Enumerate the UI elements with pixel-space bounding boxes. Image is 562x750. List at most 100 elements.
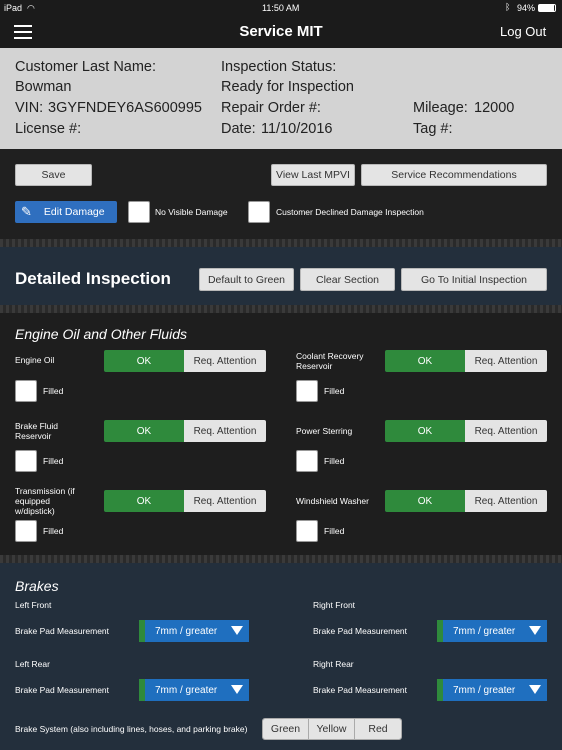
- app-title: Service MIT: [239, 23, 323, 40]
- engine-oil-status-toggle: OK Req. Attention: [104, 350, 266, 372]
- mileage-label: Mileage:: [413, 100, 468, 116]
- chevron-down-icon: [231, 626, 243, 635]
- coolant-filled-checkbox[interactable]: [296, 380, 318, 402]
- fluid-item-label: Windshield Washer: [296, 496, 369, 506]
- no-visible-damage-label: No Visible Damage: [155, 207, 228, 217]
- green-button[interactable]: Green: [263, 719, 309, 739]
- clear-section-button[interactable]: Clear Section: [300, 268, 395, 291]
- view-last-mpvi-button[interactable]: View Last MPVI: [271, 164, 355, 186]
- last-name-label: Customer Last Name:: [15, 59, 157, 75]
- dropdown-value: 7mm / greater: [155, 625, 218, 637]
- power-steering-filled-checkbox[interactable]: [296, 450, 318, 472]
- carrier-label: iPad: [4, 3, 23, 13]
- actions-panel: Save View Last MPVI Service Recommendati…: [0, 149, 562, 239]
- mileage-value: 12000: [474, 100, 515, 116]
- yellow-button[interactable]: Yellow: [309, 719, 355, 739]
- req-attention-button[interactable]: Req. Attention: [465, 490, 547, 512]
- brake-fluid-status-toggle: OK Req. Attention: [104, 420, 266, 442]
- tag-label: Tag #:: [413, 121, 453, 137]
- brake-pad-label: Brake Pad Measurement: [15, 685, 110, 695]
- battery-percent: 94%: [517, 3, 536, 13]
- brake-system-label: Brake System (also including lines, hose…: [15, 724, 248, 734]
- engine-oil-filled-checkbox[interactable]: [15, 380, 37, 402]
- fluid-item-label: Engine Oil: [15, 355, 55, 365]
- wheel-position-label: Left Rear: [15, 659, 50, 669]
- filled-label: Filled: [43, 526, 64, 536]
- ok-button[interactable]: OK: [104, 490, 184, 512]
- fluids-section: Engine Oil and Other Fluids Engine Oil O…: [0, 313, 562, 555]
- power-steering-status-toggle: OK Req. Attention: [385, 420, 547, 442]
- bluetooth-icon: ᛒ: [505, 2, 511, 12]
- fluid-item-label: Brake Fluid Reservoir: [15, 421, 58, 441]
- left-rear-pad-dropdown[interactable]: 7mm / greater: [139, 679, 249, 701]
- go-to-initial-inspection-button[interactable]: Go To Initial Inspection: [401, 268, 547, 291]
- brake-pad-label: Brake Pad Measurement: [313, 626, 408, 636]
- detailed-inspection-header: Detailed Inspection Default to Green Cle…: [0, 247, 562, 305]
- dropdown-value: 7mm / greater: [453, 625, 516, 637]
- edit-damage-button[interactable]: ✎ Edit Damage: [15, 201, 117, 223]
- filled-label: Filled: [324, 526, 345, 536]
- chevron-down-icon: [231, 685, 243, 694]
- ok-button[interactable]: OK: [104, 350, 184, 372]
- no-visible-damage-checkbox[interactable]: [128, 201, 150, 223]
- fluid-item-label: Transmission (if equipped w/dipstick): [15, 486, 75, 516]
- clock: 11:50 AM: [262, 3, 300, 13]
- brake-system-rating: Green Yellow Red: [262, 718, 402, 740]
- date-label: Date:: [221, 121, 256, 137]
- service-recommendations-button[interactable]: Service Recommendations: [361, 164, 547, 186]
- edit-damage-label: Edit Damage: [43, 206, 105, 218]
- dropdown-value: 7mm / greater: [453, 684, 516, 696]
- logout-button[interactable]: Log Out: [500, 24, 546, 39]
- right-front-pad-dropdown[interactable]: 7mm / greater: [437, 620, 547, 642]
- vin-value: 3GYFNDEY6AS600995: [48, 100, 202, 116]
- brakes-section-title: Brakes: [15, 578, 59, 594]
- detailed-inspection-title: Detailed Inspection: [15, 269, 171, 288]
- date-value: 11/10/2016: [261, 121, 333, 137]
- customer-info-panel: Customer Last Name: Bowman VIN: 3GYFNDEY…: [0, 48, 562, 149]
- brake-pad-label: Brake Pad Measurement: [313, 685, 408, 695]
- pencil-icon: ✎: [21, 204, 32, 219]
- transmission-status-toggle: OK Req. Attention: [104, 490, 266, 512]
- wheel-position-label: Right Rear: [313, 659, 354, 669]
- left-front-pad-dropdown[interactable]: 7mm / greater: [139, 620, 249, 642]
- vin-label: VIN:: [15, 100, 44, 116]
- filled-label: Filled: [43, 386, 64, 396]
- wifi-icon: ◠: [27, 3, 35, 13]
- section-divider: [0, 555, 562, 563]
- repair-order-label: Repair Order #:: [221, 100, 321, 116]
- fluids-section-title: Engine Oil and Other Fluids: [15, 326, 187, 342]
- brake-pad-label: Brake Pad Measurement: [15, 626, 110, 636]
- section-divider: [0, 239, 562, 247]
- section-divider: [0, 305, 562, 313]
- req-attention-button[interactable]: Req. Attention: [184, 420, 266, 442]
- fluid-item-label: Power Sterring: [296, 426, 353, 436]
- req-attention-button[interactable]: Req. Attention: [184, 350, 266, 372]
- dropdown-value: 7mm / greater: [155, 684, 218, 696]
- filled-label: Filled: [324, 456, 345, 466]
- right-rear-pad-dropdown[interactable]: 7mm / greater: [437, 679, 547, 701]
- default-to-green-button[interactable]: Default to Green: [199, 268, 294, 291]
- last-name-value: Bowman: [15, 79, 72, 95]
- transmission-filled-checkbox[interactable]: [15, 520, 37, 542]
- save-button[interactable]: Save: [15, 164, 92, 186]
- brake-fluid-filled-checkbox[interactable]: [15, 450, 37, 472]
- windshield-washer-filled-checkbox[interactable]: [296, 520, 318, 542]
- ok-button[interactable]: OK: [385, 490, 465, 512]
- wheel-position-label: Left Front: [15, 600, 52, 610]
- customer-declined-label: Customer Declined Damage Inspection: [276, 207, 424, 217]
- ok-button[interactable]: OK: [104, 420, 184, 442]
- inspection-status-label: Inspection Status:: [221, 59, 337, 75]
- customer-declined-checkbox[interactable]: [248, 201, 270, 223]
- req-attention-button[interactable]: Req. Attention: [465, 350, 547, 372]
- battery-icon: [538, 4, 556, 12]
- filled-label: Filled: [43, 456, 64, 466]
- filled-label: Filled: [324, 386, 345, 396]
- req-attention-button[interactable]: Req. Attention: [184, 490, 266, 512]
- red-button[interactable]: Red: [355, 719, 401, 739]
- inspection-status-value: Ready for Inspection: [221, 79, 354, 95]
- ok-button[interactable]: OK: [385, 350, 465, 372]
- req-attention-button[interactable]: Req. Attention: [465, 420, 547, 442]
- coolant-status-toggle: OK Req. Attention: [385, 350, 547, 372]
- ok-button[interactable]: OK: [385, 420, 465, 442]
- nav-bar: Service MIT Log Out: [0, 16, 562, 48]
